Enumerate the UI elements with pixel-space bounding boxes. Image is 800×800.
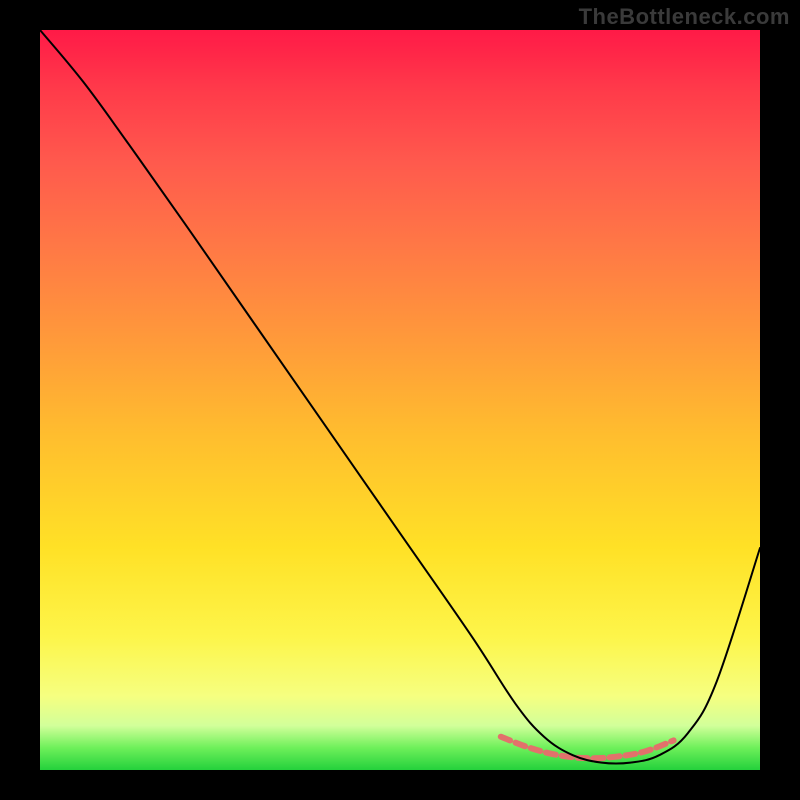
plot-area [40, 30, 760, 770]
chart-container: TheBottleneck.com [0, 0, 800, 800]
optimal-band-line [501, 737, 674, 759]
watermark-text: TheBottleneck.com [579, 4, 790, 30]
chart-svg [40, 30, 760, 770]
bottleneck-curve-line [40, 30, 760, 764]
